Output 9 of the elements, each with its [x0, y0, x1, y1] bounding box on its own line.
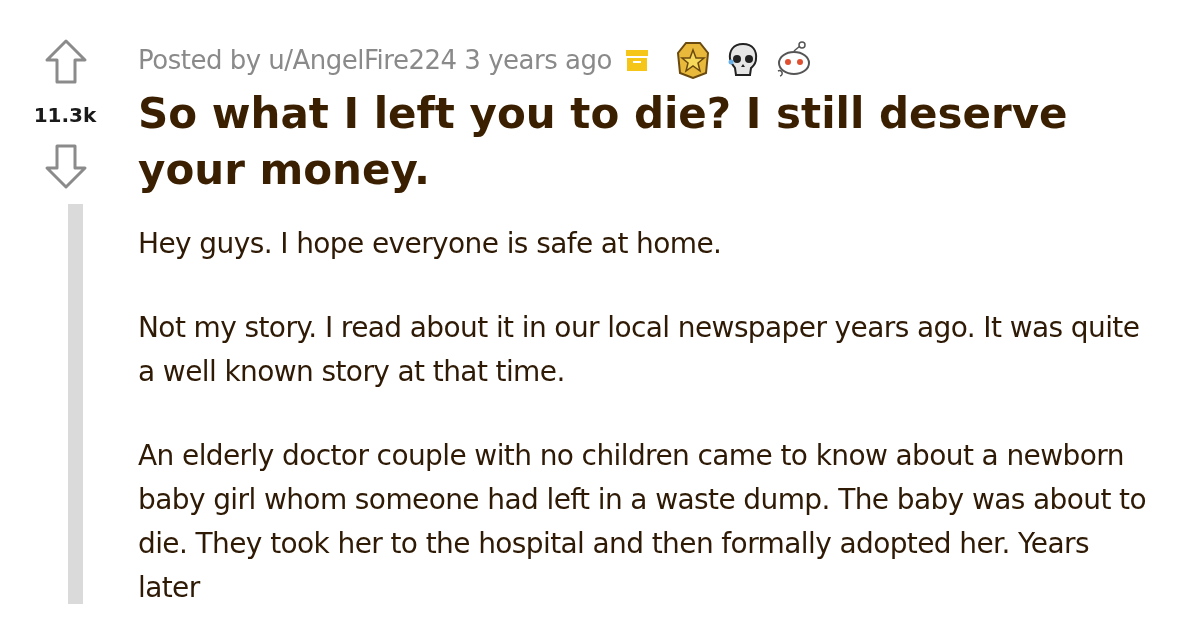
- upvote-icon[interactable]: [44, 38, 88, 86]
- body-paragraph: Not my story. I read about it in our local newspaper years ago. It was quite a well known story at that time.: [138, 310, 1141, 390]
- post-meta: Posted by u/AngelFire224 3 years ago: [138, 43, 612, 77]
- archive-icon: [625, 48, 648, 72]
- vote-count: 11.3k: [33, 102, 97, 129]
- post-title: So what I left you to die? I still deserve your money.: [138, 88, 1069, 196]
- body-paragraph: An elderly doctor couple with no children came to know about a newborn baby girl whom someone had left in a waste dump. The baby was about to die. They took her to the hospital and then formally adopted her. Years later: [138, 438, 1148, 606]
- downvote-icon[interactable]: [44, 142, 88, 190]
- body-paragraph: Hey guys. I hope everyone is safe at home.: [138, 226, 723, 262]
